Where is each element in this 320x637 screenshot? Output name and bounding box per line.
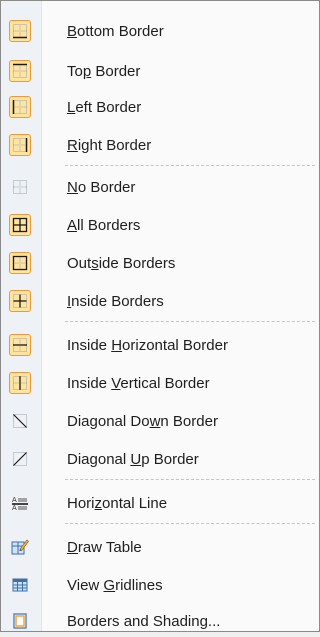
outside-borders-icon: [9, 252, 31, 274]
menu-separator: [65, 321, 315, 322]
svg-text:A: A: [12, 497, 17, 504]
menu-item-label: Outside Borders: [67, 254, 176, 272]
top-border-icon: [9, 60, 31, 82]
menu-item-label: Right Border: [67, 136, 152, 154]
menu-item-diagonal-up-border[interactable]: Diagonal Up Border: [1, 443, 319, 475]
menu-item-label: Diagonal Down Border: [67, 412, 218, 430]
svg-text:A: A: [12, 505, 17, 511]
view-gridlines-icon: [9, 574, 31, 596]
menu-separator: [65, 479, 315, 480]
all-borders-icon: [9, 214, 31, 236]
menu-item-draw-table[interactable]: Draw Table: [1, 531, 319, 563]
menu-item-label: Borders and Shading...: [67, 612, 221, 630]
right-border-icon: [9, 134, 31, 156]
menu-separator: [65, 165, 315, 166]
menu-item-outside-borders[interactable]: Outside Borders: [1, 247, 319, 279]
bottom-border-icon: [9, 20, 31, 42]
menu-item-right-border[interactable]: Right Border: [1, 129, 319, 161]
menu-item-inside-vertical-border[interactable]: Inside Vertical Border: [1, 367, 319, 399]
borders-and-shading-icon: [9, 610, 31, 632]
menu-item-label: Left Border: [67, 98, 142, 116]
borders-dropdown-menu: Bottom Border Top Border Left Border Rig…: [0, 0, 320, 632]
menu-item-view-gridlines[interactable]: View Gridlines: [1, 569, 319, 601]
menu-item-borders-and-shading[interactable]: Borders and Shading...: [1, 605, 319, 637]
draw-table-icon: [9, 536, 31, 558]
menu-item-horizontal-line[interactable]: A A Horizontal Line: [1, 487, 319, 519]
menu-item-all-borders[interactable]: All Borders: [1, 209, 319, 241]
inside-vertical-border-icon: [9, 372, 31, 394]
diagonal-down-border-icon: [9, 410, 31, 432]
no-border-icon: [9, 176, 31, 198]
menu-item-inside-borders[interactable]: Inside Borders: [1, 285, 319, 317]
menu-item-label: Horizontal Line: [67, 494, 168, 512]
menu-item-label: Top Border: [67, 62, 141, 80]
left-border-icon: [9, 96, 31, 118]
menu-item-label: All Borders: [67, 216, 141, 234]
menu-item-label: Inside Borders: [67, 292, 164, 310]
horizontal-line-icon: A A: [9, 492, 31, 514]
menu-separator: [65, 523, 315, 524]
menu-item-top-border[interactable]: Top Border: [1, 55, 319, 87]
menu-item-label: Inside Vertical Border: [67, 374, 210, 392]
menu-item-label: Inside Horizontal Border: [67, 336, 228, 354]
menu-item-inside-horizontal-border[interactable]: Inside Horizontal Border: [1, 329, 319, 361]
menu-item-bottom-border[interactable]: Bottom Border: [1, 15, 319, 47]
menu-item-label: View Gridlines: [67, 576, 163, 594]
menu-item-label: No Border: [67, 178, 136, 196]
menu-item-label: Diagonal Up Border: [67, 450, 199, 468]
menu-item-no-border[interactable]: No Border: [1, 171, 319, 203]
inside-borders-icon: [9, 290, 31, 312]
diagonal-up-border-icon: [9, 448, 31, 470]
menu-item-left-border[interactable]: Left Border: [1, 91, 319, 123]
menu-item-diagonal-down-border[interactable]: Diagonal Down Border: [1, 405, 319, 437]
inside-horizontal-border-icon: [9, 334, 31, 356]
menu-item-label: Draw Table: [67, 538, 142, 556]
menu-item-label: Bottom Border: [67, 22, 164, 40]
